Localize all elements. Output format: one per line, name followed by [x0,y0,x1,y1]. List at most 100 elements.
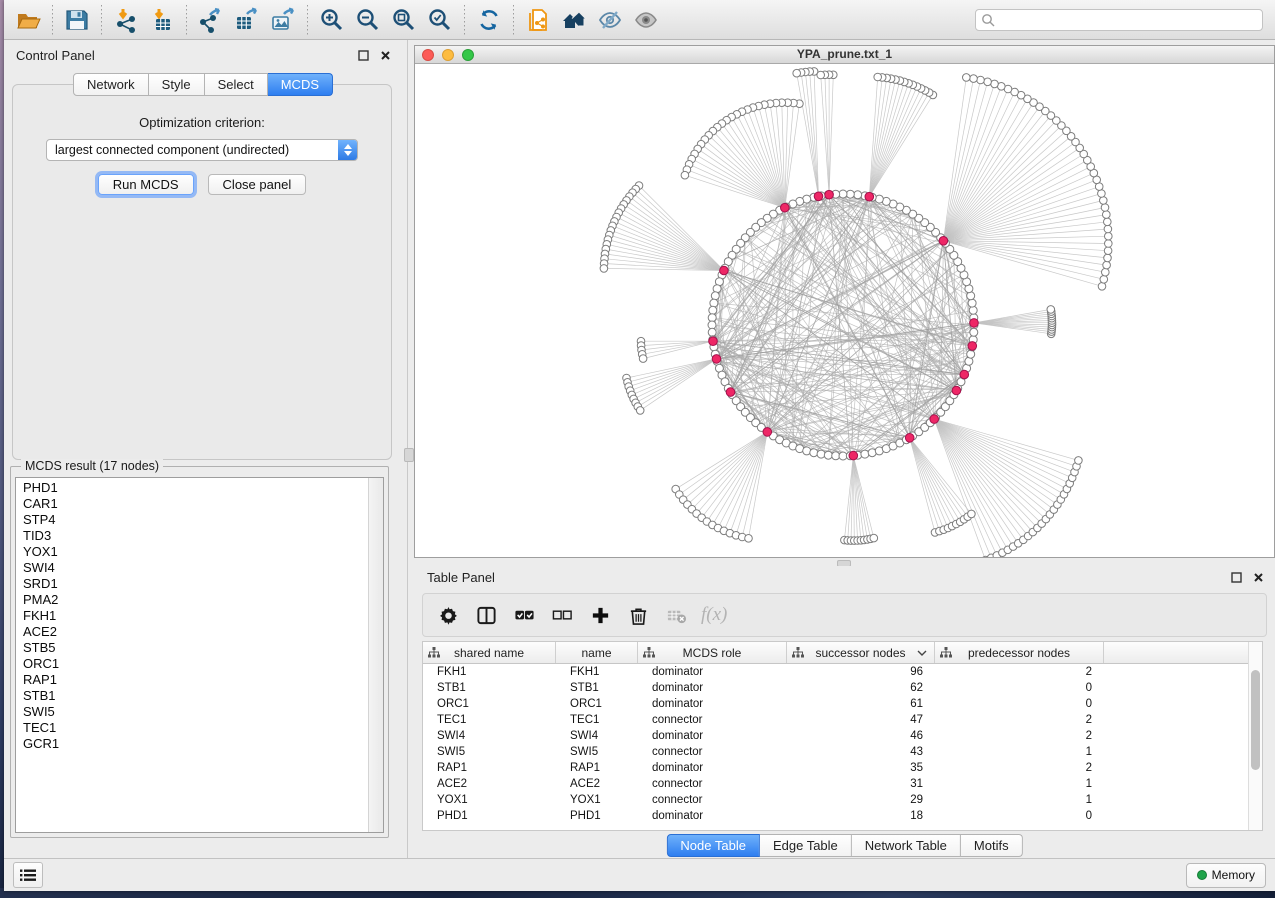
column-header[interactable]: successor nodes [787,642,935,663]
table-row[interactable]: ORC1ORC1dominator610 [423,696,1262,712]
list-icon [20,869,36,882]
zoom-fit-icon[interactable] [388,4,420,36]
add-column-icon[interactable] [585,600,615,630]
list-item[interactable]: FKH1 [16,608,368,624]
run-mcds-button[interactable]: Run MCDS [98,174,194,195]
close-panel-icon[interactable] [1251,571,1265,585]
table-row[interactable]: SWI5SWI5connector431 [423,744,1262,760]
network-window-titlebar[interactable]: YPA_prune.txt_1 [415,46,1274,64]
list-item[interactable]: GCR1 [16,736,368,752]
close-panel-icon[interactable] [378,49,392,63]
save-icon[interactable] [61,4,93,36]
export-image-icon[interactable] [267,4,299,36]
list-item[interactable]: PMA2 [16,592,368,608]
scrollbar-thumb[interactable] [1251,670,1260,770]
tab-motifs[interactable]: Motifs [961,834,1023,857]
table-row[interactable]: FKH1FKH1dominator962 [423,664,1262,680]
float-panel-icon[interactable] [1229,571,1243,585]
tab-network[interactable]: Network [73,73,149,96]
list-item[interactable]: TEC1 [16,720,368,736]
network-canvas[interactable] [415,64,1274,557]
tab-mcds[interactable]: MCDS [268,73,333,96]
settings-icon[interactable] [433,600,463,630]
list-item[interactable]: SWI5 [16,704,368,720]
search-icon [981,13,995,27]
tab-style[interactable]: Style [149,73,205,96]
list-item[interactable]: ACE2 [16,624,368,640]
memory-button[interactable]: Memory [1186,863,1266,888]
splitter-grip[interactable] [404,448,414,462]
list-item[interactable]: CAR1 [16,496,368,512]
network-view-window: YPA_prune.txt_1 [414,45,1275,558]
eye-slash-icon[interactable] [594,4,626,36]
list-item[interactable]: STB5 [16,640,368,656]
table-row[interactable]: STB1STB1dominator620 [423,680,1262,696]
table-cell: 1 [935,746,1104,758]
select-all-icon[interactable] [509,600,539,630]
search-input[interactable] [975,9,1263,31]
zoom-out-icon[interactable] [352,4,384,36]
table-cell: connector [638,714,787,726]
list-item[interactable]: ORC1 [16,656,368,672]
float-panel-icon[interactable] [356,49,370,63]
zoom-selected-icon[interactable] [424,4,456,36]
list-item[interactable]: SWI4 [16,560,368,576]
home-networks-icon[interactable] [558,4,590,36]
export-network-icon[interactable] [195,4,227,36]
table-row[interactable]: TEC1TEC1connector472 [423,712,1262,728]
deselect-all-icon[interactable] [547,600,577,630]
column-header[interactable]: shared name [423,642,556,663]
column-header[interactable]: name [556,642,638,663]
eye-icon[interactable] [630,4,662,36]
table-row[interactable]: PHD1PHD1dominator180 [423,808,1262,824]
delete-columns-icon[interactable] [623,600,653,630]
list-item[interactable]: SRD1 [16,576,368,592]
list-item[interactable]: PHD1 [16,480,368,496]
list-item[interactable]: YOX1 [16,544,368,560]
close-panel-button[interactable]: Close panel [208,174,307,195]
memory-label: Memory [1212,868,1255,882]
horizontal-splitter[interactable] [414,558,1275,566]
column-header[interactable]: predecessor nodes [935,642,1104,663]
optimization-criterion-select[interactable]: largest connected component (undirected) [46,139,358,161]
search-field-wrapper [975,9,1263,31]
split-view-icon[interactable] [471,600,501,630]
table-cell: SWI5 [423,746,556,758]
list-item[interactable]: STB1 [16,688,368,704]
list-scrollbar[interactable] [368,478,383,832]
toolbar-separator [513,5,514,35]
list-item[interactable]: RAP1 [16,672,368,688]
zoom-in-icon[interactable] [316,4,348,36]
vertical-splitter[interactable] [402,40,414,858]
refresh-icon[interactable] [473,4,505,36]
mcds-result-listbox[interactable]: PHD1CAR1STP4TID3YOX1SWI4SRD1PMA2FKH1ACE2… [15,477,384,833]
table-row[interactable]: YOX1YOX1connector291 [423,792,1262,808]
share-document-icon[interactable] [522,4,554,36]
table-row[interactable]: RAP1RAP1dominator352 [423,760,1262,776]
table-row[interactable]: ACE2ACE2connector311 [423,776,1262,792]
column-header[interactable]: MCDS role [638,642,787,663]
table-cell: ACE2 [423,778,556,790]
tab-select[interactable]: Select [205,73,268,96]
console-button[interactable] [13,862,43,888]
tab-network-table[interactable]: Network Table [852,834,961,857]
table-cell: dominator [638,810,787,822]
node-table-header: shared namenameMCDS rolesuccessor nodesp… [423,642,1262,664]
toolbar-separator [464,5,465,35]
tab-edge-table[interactable]: Edge Table [760,834,852,857]
table-row[interactable]: SWI4SWI4dominator462 [423,728,1262,744]
import-table-icon[interactable] [146,4,178,36]
network-graph [415,64,1274,557]
table-scrollbar[interactable] [1248,642,1262,830]
function-builder-icon[interactable]: f(x) [701,604,727,626]
export-table-icon[interactable] [231,4,263,36]
open-folder-icon[interactable] [12,4,44,36]
table-cell: STB1 [556,682,638,694]
delete-table-icon[interactable] [661,600,691,630]
table-toolbar: f(x) [422,593,1267,637]
import-network-icon[interactable] [110,4,142,36]
tab-node-table[interactable]: Node Table [666,834,760,857]
node-table-body: FKH1FKH1dominator962STB1STB1dominator620… [423,664,1262,824]
list-item[interactable]: TID3 [16,528,368,544]
list-item[interactable]: STP4 [16,512,368,528]
